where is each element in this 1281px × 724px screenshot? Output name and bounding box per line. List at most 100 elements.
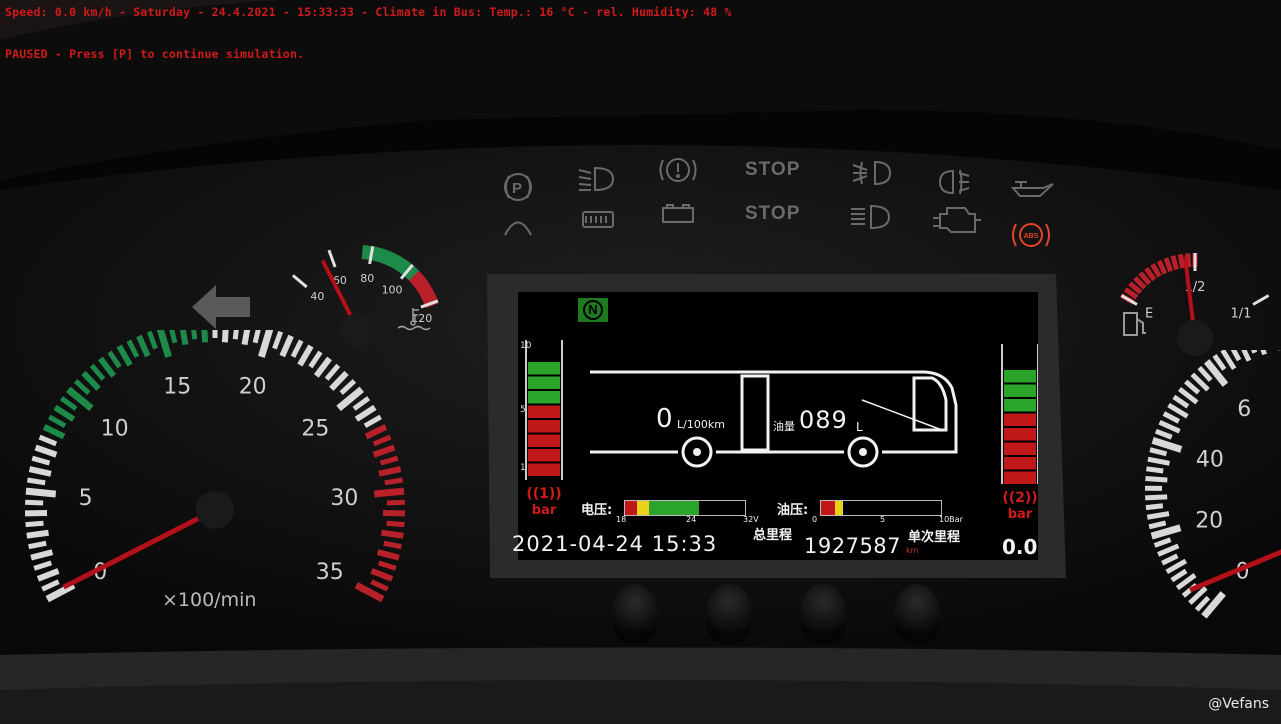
tachometer-tick <box>28 540 47 550</box>
tachometer-tick <box>53 404 76 422</box>
tachometer-tick <box>73 379 91 395</box>
tachometer-label: 20 <box>239 375 267 400</box>
speedometer-tick <box>1150 524 1182 540</box>
tachometer-tick <box>169 330 178 344</box>
coolant-hub <box>341 313 375 347</box>
pressure-segment <box>1004 370 1036 383</box>
odometer-value: 1927587 <box>804 534 902 558</box>
lcd-display: N 1051((1))bar 1051((2))bar 0 L/100km 油量… <box>512 292 1038 560</box>
stop-indicator-bottom: STOP <box>745 203 801 224</box>
pressure-segment <box>1004 442 1036 455</box>
speedometer-tick <box>1149 447 1168 457</box>
tachometer: 051015 20253035 <box>24 330 406 603</box>
tachometer-tick <box>89 363 106 381</box>
svg-text:P: P <box>512 180 522 197</box>
tachometer-label: 10 <box>101 416 129 441</box>
speedometer-tick <box>1184 379 1201 395</box>
brake-pad-icon <box>582 211 614 228</box>
speedometer: 020406 <box>1144 350 1281 619</box>
pressure-segment <box>1004 384 1036 397</box>
tachometer-tick <box>252 330 261 344</box>
front-fog-icon <box>852 160 892 186</box>
brake-warning-icon <box>659 158 697 182</box>
low-beam-icon <box>578 166 615 192</box>
tachometer-tick <box>201 330 209 343</box>
air-pressure-gauge-1: 10 5 1 ((1))bar <box>520 340 563 518</box>
coolant-tick <box>291 274 308 289</box>
gear-value: N <box>583 300 603 320</box>
tachometer-tick <box>26 477 46 486</box>
tachometer-tick <box>146 330 158 350</box>
tachometer-tick <box>258 330 274 358</box>
dashboard-knob-3[interactable] <box>800 584 846 644</box>
speedometer-tick <box>1230 350 1242 362</box>
tachometer-label: 25 <box>301 416 329 441</box>
speedometer-tick <box>1145 503 1164 511</box>
tachometer-tick <box>370 579 389 592</box>
pressure-scale-label: 1 <box>520 463 526 473</box>
pressure-segment <box>528 449 560 462</box>
tachometer-tick <box>42 424 66 440</box>
coolant-tick <box>327 249 337 268</box>
odometer-label: 总里程 <box>753 528 793 543</box>
pressure-scale-label: 10 <box>520 341 532 351</box>
tachometer-label: 30 <box>330 486 358 511</box>
watermark: @Vefans <box>1208 696 1269 712</box>
tachometer-tick <box>339 379 357 395</box>
tachometer-tick <box>241 330 251 346</box>
pressure-gauge-label: ((2)) <box>1002 490 1037 506</box>
paused-message: PAUSED - Press [P] to continue simulatio… <box>5 47 305 61</box>
pressure-gauge-unit: bar <box>532 503 557 518</box>
high-beam-icon <box>851 204 891 230</box>
tachometer-label: 15 <box>163 375 191 400</box>
dashboard-knob-1[interactable] <box>612 584 658 644</box>
pressure-segment <box>1004 471 1036 484</box>
speedometer-tick <box>1145 475 1168 483</box>
abs-label: ABS <box>1024 233 1039 240</box>
tachometer-tick <box>31 455 51 466</box>
speedometer-tick <box>1147 456 1170 466</box>
tachometer-tick <box>386 499 405 506</box>
tachometer-label: 35 <box>316 560 344 585</box>
tachometer-tick <box>363 414 382 428</box>
tachometer-tick <box>221 330 229 343</box>
tachometer-tick <box>376 549 400 561</box>
tachometer-tick <box>36 568 60 582</box>
fuel-label: E <box>1145 307 1153 322</box>
oil-pressure-label: 油压: <box>777 503 809 518</box>
pressure-segment <box>528 405 560 418</box>
consumption-value: 0 <box>656 404 673 434</box>
voltage-tick-min: 18 <box>616 515 627 524</box>
tachometer-tick <box>34 444 58 458</box>
tachometer-tick <box>386 520 405 528</box>
gear-indicator: N <box>578 298 608 322</box>
tachometer-tick <box>25 499 44 506</box>
battery-icon <box>662 204 694 223</box>
tachometer-tick <box>126 339 140 358</box>
speedometer-tick <box>1170 568 1188 583</box>
check-engine-icon <box>933 207 981 233</box>
speedometer-tick <box>1158 419 1181 434</box>
left-turn-signal-icon <box>192 285 250 329</box>
simulation-status-text: Speed: 0.0 km/h - Saturday - 24.4.2021 -… <box>5 5 732 19</box>
oil-pressure-tick-mid: 5 <box>880 515 886 524</box>
trip-label: 单次里程 <box>908 530 961 545</box>
abs-icon: ABS <box>1012 223 1050 247</box>
tachometer-tick <box>48 414 67 428</box>
tachometer-tick <box>28 466 52 477</box>
pressure-segment <box>1004 428 1036 441</box>
speedometer-tick <box>1260 350 1267 356</box>
tachometer-tick <box>329 370 349 391</box>
tachometer-tick <box>30 549 54 561</box>
tachometer-tick <box>352 396 371 411</box>
voltage-tick-max: 32V <box>743 515 759 524</box>
tachometer-tick <box>324 363 341 381</box>
tachometer-tick <box>179 330 189 346</box>
dashboard-knob-2[interactable] <box>706 584 752 644</box>
fuel-level-gauge: E1/21/1 <box>1120 253 1270 356</box>
dashboard-knob-4[interactable] <box>894 584 940 644</box>
pressure-segment <box>1004 413 1036 426</box>
pressure-segment <box>1004 457 1036 470</box>
fuel-label: 1/1 <box>1230 307 1251 322</box>
air-pressure-gauge-2: 1051((2))bar <box>1001 344 1038 522</box>
